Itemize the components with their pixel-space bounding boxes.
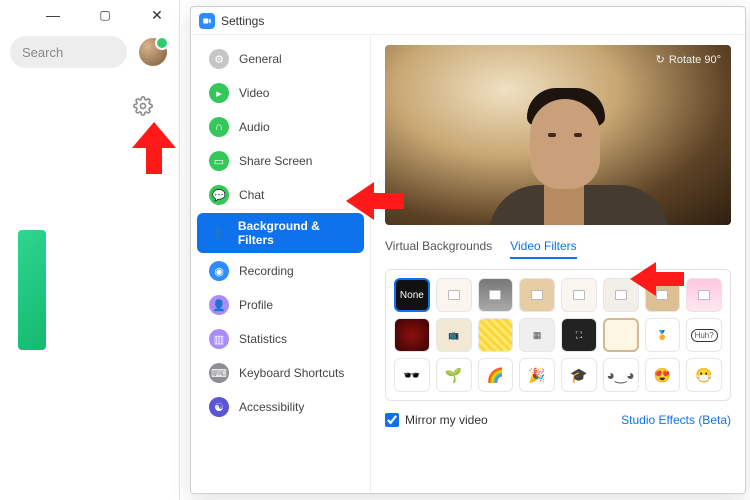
filter-face-mask[interactable]: 😷 xyxy=(686,358,722,392)
sidebar-item-background-filters[interactable]: 👤 Background & Filters xyxy=(197,213,364,253)
maximize-button[interactable] xyxy=(87,1,123,29)
sidebar-item-label: Profile xyxy=(239,298,273,312)
filter-none[interactable]: None xyxy=(394,278,430,312)
gear-icon[interactable] xyxy=(133,96,153,116)
search-row: Search xyxy=(0,30,179,74)
window-titlebar xyxy=(0,0,179,30)
sidebar-item-share-screen[interactable]: ▭ Share Screen xyxy=(197,145,364,177)
sidebar-item-label: Statistics xyxy=(239,332,287,346)
rotate-label: Rotate 90° xyxy=(669,54,721,66)
filter-tile[interactable] xyxy=(436,278,472,312)
avatar[interactable] xyxy=(137,36,169,68)
sidebar-item-label: Share Screen xyxy=(239,154,312,168)
studio-effects-link[interactable]: Studio Effects (Beta) xyxy=(621,413,731,427)
filter-ribbon-badge[interactable]: 🏅 xyxy=(645,318,681,352)
filter-tile[interactable] xyxy=(519,278,555,312)
keyboard-icon: ⌨ xyxy=(209,363,229,383)
sidebar-item-label: Keyboard Shortcuts xyxy=(239,366,344,380)
sidebar-item-label: Accessibility xyxy=(239,400,304,414)
share-screen-icon: ▭ xyxy=(209,151,229,171)
settings-sidebar: ⚙ General ▸ Video ∩ Audio ▭ Share Screen 💬 Ch… xyxy=(191,35,371,493)
sidebar-item-statistics[interactable]: ▥ Statistics xyxy=(197,323,364,355)
settings-header: Settings xyxy=(191,7,745,35)
sidebar-item-chat[interactable]: 💬 Chat xyxy=(197,179,364,211)
profile-icon: 👤 xyxy=(209,295,229,315)
filter-tile[interactable] xyxy=(686,278,722,312)
filter-grad-cap[interactable]: 🎓 xyxy=(561,358,597,392)
person-icon: 👤 xyxy=(209,223,228,243)
filter-tile[interactable] xyxy=(561,278,597,312)
sidebar-item-label: Audio xyxy=(239,120,270,134)
filter-emoji-frame[interactable] xyxy=(478,318,514,352)
settings-title: Settings xyxy=(221,14,264,28)
zoom-app-icon xyxy=(199,13,215,29)
annotation-arrow-gear xyxy=(130,122,178,174)
gear-icon: ⚙ xyxy=(209,49,229,69)
filter-heart-eyes[interactable]: 😍 xyxy=(645,358,681,392)
filter-cute-eyes[interactable]: ◕‿◕ xyxy=(603,358,639,392)
sidebar-item-label: Recording xyxy=(239,264,294,278)
filter-rainbow[interactable]: 🌈 xyxy=(478,358,514,392)
sidebar-item-accessibility[interactable]: ☯ Accessibility xyxy=(197,391,364,423)
sidebar-item-keyboard-shortcuts[interactable]: ⌨ Keyboard Shortcuts xyxy=(197,357,364,389)
settings-panel: ↻ Rotate 90° Virtual Backgrounds Video F… xyxy=(371,35,745,493)
video-icon: ▸ xyxy=(209,83,229,103)
filter-gold-frame[interactable] xyxy=(603,318,639,352)
sidebar-item-profile[interactable]: 👤 Profile xyxy=(197,289,364,321)
search-placeholder: Search xyxy=(22,45,63,60)
chat-icon: 💬 xyxy=(209,185,229,205)
sidebar-item-label: Background & Filters xyxy=(238,219,352,247)
settings-window: Settings ⚙ General ▸ Video ∩ Audio ▭ Share S… xyxy=(190,6,746,494)
headphones-icon: ∩ xyxy=(209,117,229,137)
mirror-video-checkbox[interactable]: Mirror my video xyxy=(385,413,488,427)
mirror-checkbox-input[interactable] xyxy=(385,413,399,427)
tab-virtual-backgrounds[interactable]: Virtual Backgrounds xyxy=(385,235,492,259)
mirror-label: Mirror my video xyxy=(405,413,488,427)
rotate-button[interactable]: ↻ Rotate 90° xyxy=(656,53,721,66)
rotate-icon: ↻ xyxy=(656,53,665,66)
video-preview: ↻ Rotate 90° xyxy=(385,45,731,225)
sidebar-tile xyxy=(18,230,46,350)
tab-video-filters[interactable]: Video Filters xyxy=(510,235,576,259)
annotation-arrow-sidebar xyxy=(346,180,404,222)
filter-speech-bubble[interactable]: Huh? xyxy=(686,318,722,352)
sidebar-item-video[interactable]: ▸ Video xyxy=(197,77,364,109)
close-button[interactable] xyxy=(139,1,175,29)
sidebar-item-recording[interactable]: ◉ Recording xyxy=(197,255,364,287)
sidebar-item-label: General xyxy=(239,52,282,66)
sidebar-item-label: Video xyxy=(239,86,269,100)
stats-icon: ▥ xyxy=(209,329,229,349)
filter-retro-tv[interactable]: 📺 xyxy=(436,318,472,352)
sidebar-item-general[interactable]: ⚙ General xyxy=(197,43,364,75)
filter-crop-frame[interactable]: ⛶ xyxy=(561,318,597,352)
minimize-button[interactable] xyxy=(35,1,71,29)
filter-tabs: Virtual Backgrounds Video Filters xyxy=(385,235,731,259)
accessibility-icon: ☯ xyxy=(209,397,229,417)
search-input[interactable]: Search xyxy=(10,36,127,68)
panel-bottom-row: Mirror my video Studio Effects (Beta) xyxy=(385,411,731,427)
filter-tile[interactable] xyxy=(478,278,514,312)
filter-sprout[interactable]: 🌱 xyxy=(436,358,472,392)
filter-sunglasses[interactable]: 🕶️ xyxy=(394,358,430,392)
sidebar-item-label: Chat xyxy=(239,188,264,202)
record-icon: ◉ xyxy=(209,261,229,281)
sidebar-item-audio[interactable]: ∩ Audio xyxy=(197,111,364,143)
filter-theater[interactable] xyxy=(394,318,430,352)
filter-film-frame[interactable]: ▦ xyxy=(519,318,555,352)
filter-party-hat[interactable]: 🎉 xyxy=(519,358,555,392)
annotation-arrow-tab xyxy=(630,260,684,298)
background-app-window: Search xyxy=(0,0,180,500)
